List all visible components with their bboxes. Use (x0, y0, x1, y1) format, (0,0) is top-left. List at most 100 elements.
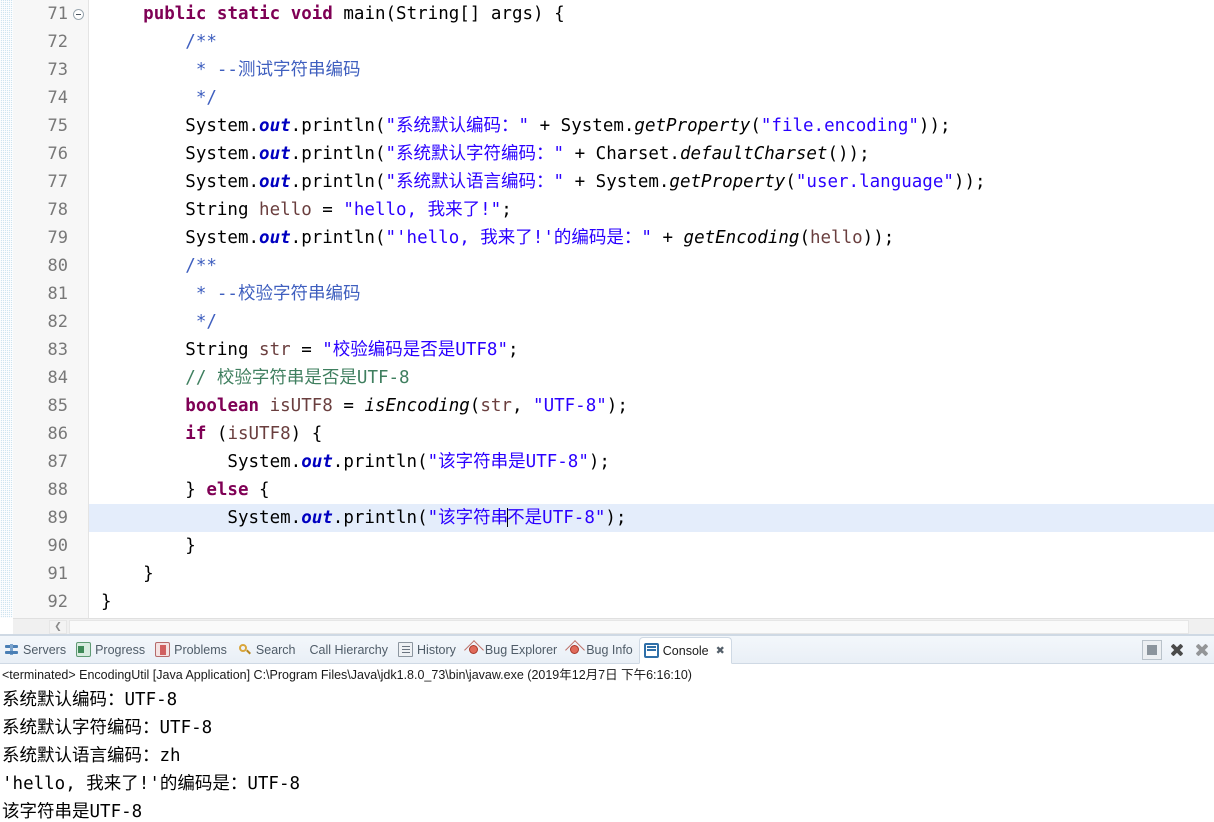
tab-servers[interactable]: Servers (0, 636, 72, 663)
line-number: 87 (47, 452, 68, 472)
code-line[interactable]: } (89, 560, 1214, 588)
code-token: ( (799, 228, 810, 248)
code-token: public (143, 4, 207, 24)
code-line[interactable]: String str = "校验编码是否是UTF8"; (89, 336, 1214, 364)
code-line[interactable]: // 校验字符串是否是UTF-8 (89, 364, 1214, 392)
code-token: } (101, 536, 196, 556)
problems-icon (155, 642, 171, 657)
tab-progress[interactable]: Progress (72, 636, 151, 663)
code-token: String (101, 340, 260, 360)
view-tab-bar[interactable]: Servers Progress Problems Search Call Hierar… (0, 636, 1214, 664)
code-line[interactable]: String hello = "hello, 我来了!"; (89, 196, 1214, 224)
code-line[interactable]: */ (89, 84, 1214, 112)
code-line[interactable]: /** (89, 252, 1214, 280)
code-token: "file.encoding" (760, 116, 919, 136)
code-line[interactable]: if (isUTF8) { (89, 420, 1214, 448)
code-token: "系统默认字符编码：" (385, 144, 565, 164)
code-token: + (651, 228, 684, 248)
line-number: 85 (47, 396, 68, 416)
code-token: .println( (290, 116, 386, 136)
remove-launch-button[interactable] (1167, 640, 1187, 660)
code-token: "user.language" (795, 172, 954, 192)
code-line[interactable]: System.out.println("该字符串不是UTF-8"); (89, 504, 1214, 532)
console-process-status: <terminated> EncodingUtil [Java Applicat… (0, 664, 1214, 686)
code-line[interactable]: boolean isUTF8 = isEncoding(str, "UTF-8"… (89, 392, 1214, 420)
code-token: ; (501, 200, 512, 220)
tab-call-hierarchy[interactable]: Call Hierarchy (302, 636, 395, 663)
tab-label: Call Hierarchy (309, 642, 389, 657)
tab-close-icon[interactable]: ✖ (716, 644, 725, 657)
tab-history[interactable]: History (394, 636, 462, 663)
code-token: getProperty (669, 172, 786, 192)
console-output[interactable]: 系统默认编码：UTF-8 系统默认字符编码：UTF-8 系统默认语言编码：zh 'he… (0, 686, 1214, 822)
line-number: 76 (47, 144, 68, 164)
code-token: , (511, 396, 534, 416)
code-token: = (311, 200, 344, 220)
code-token: } (101, 480, 207, 500)
java-editor[interactable]: 71 72 73 74 75 76 77 78 79 80 81 82 83 84 85 86 87 88 89 90… (0, 0, 1214, 636)
code-token: str (259, 340, 291, 360)
code-line[interactable]: System.out.println("系统默认字符编码：" + Charset… (89, 140, 1214, 168)
tab-search[interactable]: Search (233, 636, 302, 663)
code-token: "hello, 我来了!" (343, 200, 502, 220)
code-token: isUTF8 (269, 396, 333, 416)
code-token: ( (785, 172, 796, 192)
terminate-button[interactable] (1142, 640, 1162, 660)
code-line-text: System.out.println("系统默认语言编码：" + System.… (89, 172, 985, 192)
code-token: getProperty (634, 116, 751, 136)
code-token: isEncoding (364, 396, 470, 416)
code-token: "该字符串是UTF-8" (427, 452, 589, 472)
scrollbar-thumb[interactable] (69, 620, 1189, 634)
line-number: 79 (47, 228, 68, 248)
code-line[interactable]: */ (89, 308, 1214, 336)
editor-code-area[interactable]: public static void main(String[] args) {… (89, 0, 1214, 618)
tab-label: History (417, 642, 456, 657)
tab-label: Bug Info (586, 642, 633, 657)
code-line[interactable]: System.out.println("系统默认编码：" + System.ge… (89, 112, 1214, 140)
code-token: ; (507, 340, 519, 360)
code-line[interactable]: /** (89, 28, 1214, 56)
code-line[interactable]: public static void main(String[] args) { (89, 0, 1214, 28)
code-line[interactable]: * --测试字符串编码 (89, 56, 1214, 84)
code-line[interactable]: } else { (89, 476, 1214, 504)
tab-bug-explorer[interactable]: Bug Explorer (462, 636, 563, 663)
remove-all-terminated-button[interactable] (1192, 640, 1212, 660)
code-token: ( (750, 116, 761, 136)
code-line[interactable]: System.out.println("'hello, 我来了!'的编码是：" … (89, 224, 1214, 252)
code-token: else (206, 480, 249, 500)
code-token: System. (101, 172, 260, 192)
line-number: 74 (47, 88, 68, 108)
scroll-left-arrow-icon[interactable]: ❮ (49, 620, 67, 634)
code-line-text: } (89, 536, 196, 556)
tab-console[interactable]: Console ✖ (638, 637, 732, 664)
tab-bug-info[interactable]: Bug Info (563, 636, 639, 663)
line-number: 84 (47, 368, 68, 388)
tab-problems[interactable]: Problems (151, 636, 233, 663)
code-token: "'hello, 我来了!'的编码是：" (385, 228, 652, 248)
code-token: out (301, 452, 333, 472)
code-line[interactable]: * --校验字符串编码 (89, 280, 1214, 308)
line-number: 78 (47, 200, 68, 220)
code-token: */ (195, 88, 217, 108)
code-token: boolean (185, 396, 260, 416)
line-number: 86 (47, 424, 68, 444)
code-token: ( (469, 396, 481, 416)
line-number: 71 (13, 0, 88, 28)
code-line-text: System.out.println("该字符串不是UTF-8"); (89, 508, 626, 528)
code-line[interactable]: System.out.println("系统默认语言编码：" + System.… (89, 168, 1214, 196)
code-line-text: if (isUTF8) { (89, 424, 322, 444)
console-view-toolbar[interactable] (1142, 640, 1212, 660)
code-token: "校验编码是否是UTF8" (322, 340, 508, 360)
code-line[interactable]: System.out.println("该字符串是UTF-8"); (89, 448, 1214, 476)
fold-collapse-icon[interactable] (73, 9, 84, 20)
editor-marker-overview-bar[interactable] (0, 0, 13, 618)
code-line[interactable]: } (89, 532, 1214, 560)
code-line[interactable]: } (89, 588, 1214, 616)
bug-icon (567, 642, 582, 657)
